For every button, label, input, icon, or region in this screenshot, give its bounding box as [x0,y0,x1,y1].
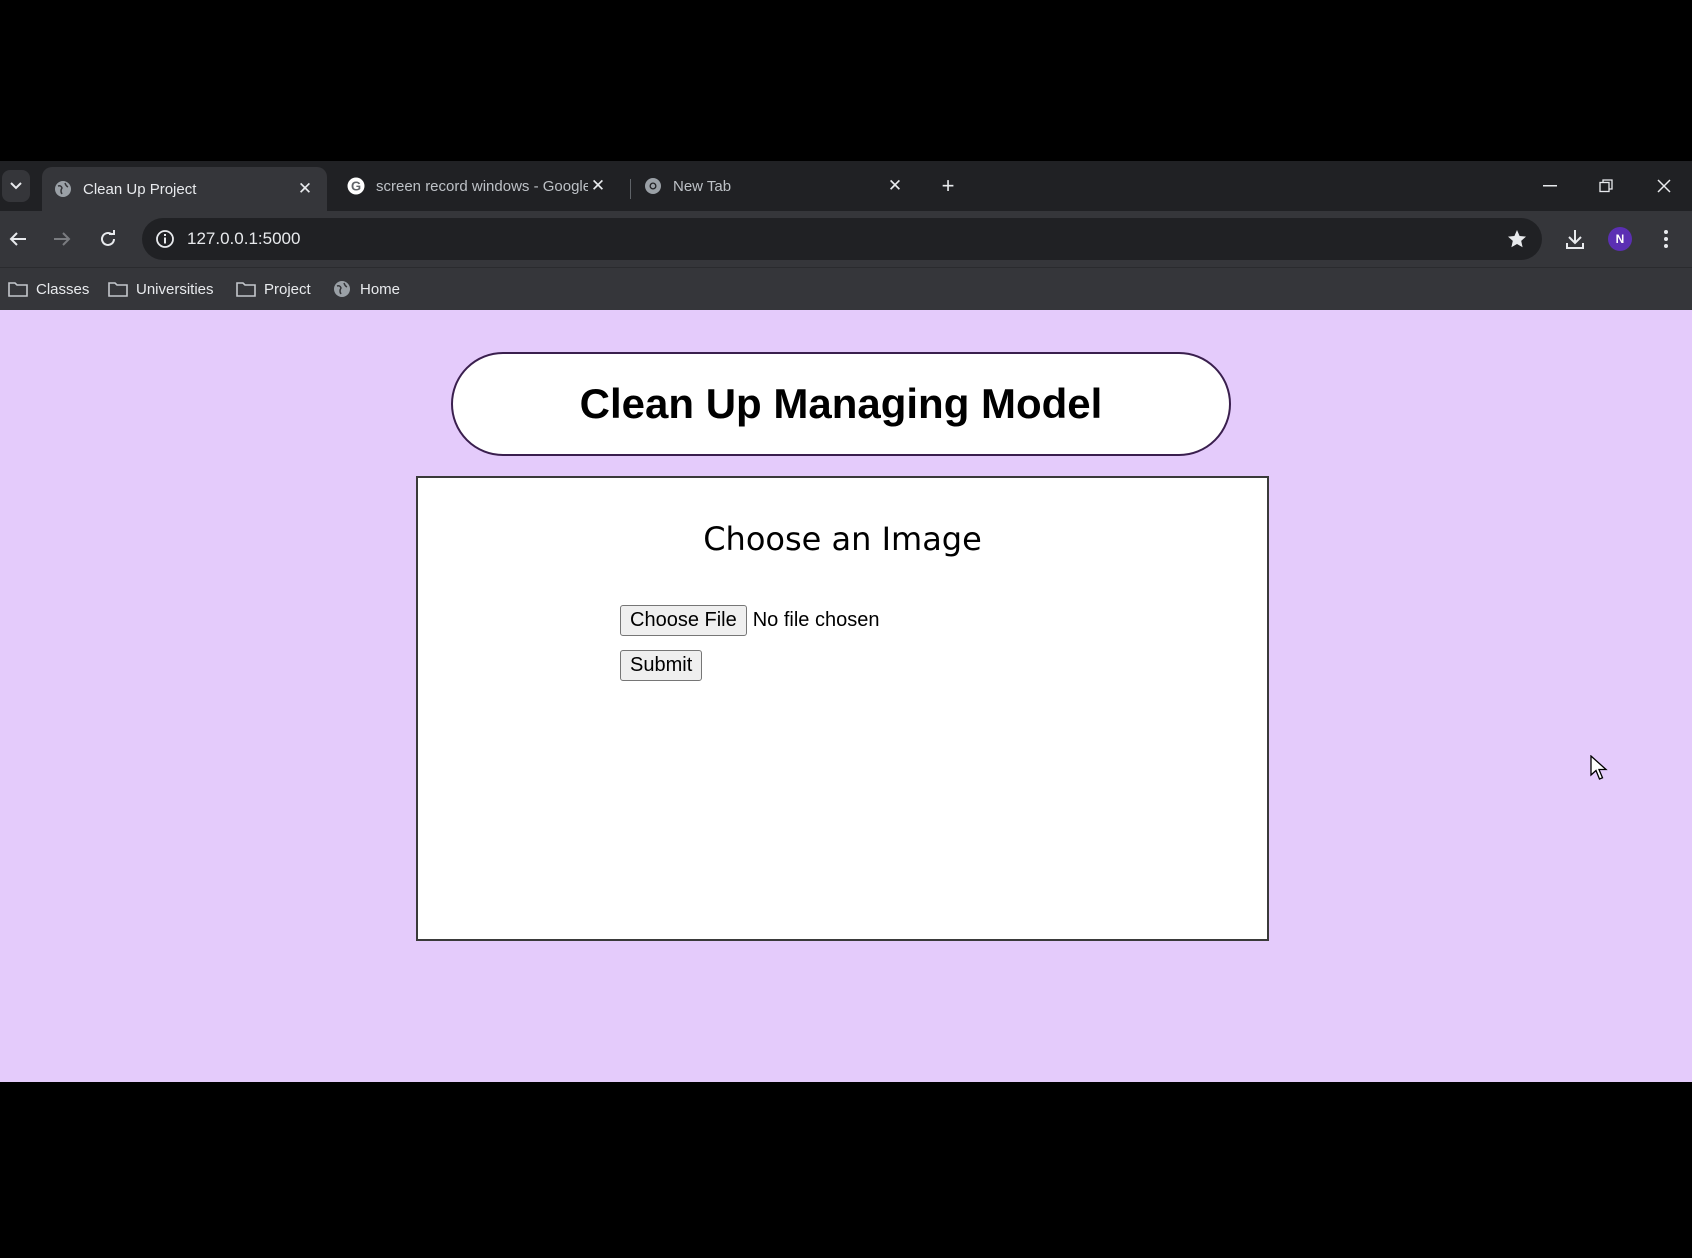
new-tab-plus-icon[interactable]: + [934,170,962,202]
minimize-icon[interactable] [1522,161,1578,211]
browser-window: Clean Up Project ✕ G screen record windo… [0,161,1692,1082]
folder-icon [108,279,128,299]
globe-icon [332,279,352,299]
downloads-icon[interactable] [1557,221,1593,257]
close-tab-icon[interactable]: ✕ [885,176,905,196]
tab-google-search[interactable]: G screen record windows - Google Search … [335,167,620,205]
back-arrow-icon[interactable] [0,221,36,257]
tab-new-tab[interactable]: New Tab ✕ [632,167,917,205]
more-menu-icon[interactable] [1648,221,1684,257]
tab-clean-up-project[interactable]: Clean Up Project ✕ [42,167,327,211]
forward-arrow-icon[interactable] [44,221,80,257]
page-title-banner: Clean Up Managing Model [451,352,1231,456]
restore-icon[interactable] [1578,161,1634,211]
tab-label: Clean Up Project [83,180,197,198]
bookmark-project[interactable]: Project [236,268,311,310]
tab-search-chevron-icon[interactable] [2,170,30,202]
close-tab-icon[interactable]: ✕ [588,176,608,196]
address-bar[interactable]: 127.0.0.1:5000 [142,218,1542,260]
close-tab-icon[interactable]: ✕ [295,179,315,199]
globe-icon [54,180,72,198]
browser-toolbar: 127.0.0.1:5000 N [0,211,1692,267]
file-input[interactable]: Choose File No file chosen [620,605,879,636]
submit-button[interactable]: Submit [620,650,703,681]
address-url[interactable]: 127.0.0.1:5000 [187,218,300,260]
upload-heading: Choose an Image [703,520,982,558]
reload-icon[interactable] [90,221,126,257]
profile-avatar[interactable]: N [1602,221,1638,257]
upload-card: Choose an Image Choose File No file chos… [416,476,1269,941]
tab-strip: Clean Up Project ✕ G screen record windo… [0,161,1692,211]
folder-icon [8,279,28,299]
svg-text:G: G [351,179,361,194]
page-viewport: Clean Up Managing Model Choose an Image … [0,313,1692,1082]
mouse-cursor-icon [1590,754,1608,786]
tab-separator [630,179,631,199]
bookmark-classes[interactable]: Classes [8,268,89,310]
google-g-icon: G [347,177,365,195]
file-status-text: No file chosen [752,609,880,631]
choose-file-button[interactable]: Choose File [620,605,747,636]
site-info-icon[interactable] [150,224,180,254]
chrome-icon [644,177,662,195]
tab-label: New Tab [673,177,732,195]
bookmark-star-icon[interactable] [1502,224,1532,254]
bookmarks-bar: Classes Universities Project Home [0,267,1692,310]
bookmark-universities[interactable]: Universities [108,268,214,310]
bookmark-home[interactable]: Home [332,268,400,310]
folder-icon [236,279,256,299]
tab-label: screen record windows - Google Search [376,177,588,195]
close-window-icon[interactable] [1636,161,1692,211]
page-title: Clean Up Managing Model [579,380,1103,427]
